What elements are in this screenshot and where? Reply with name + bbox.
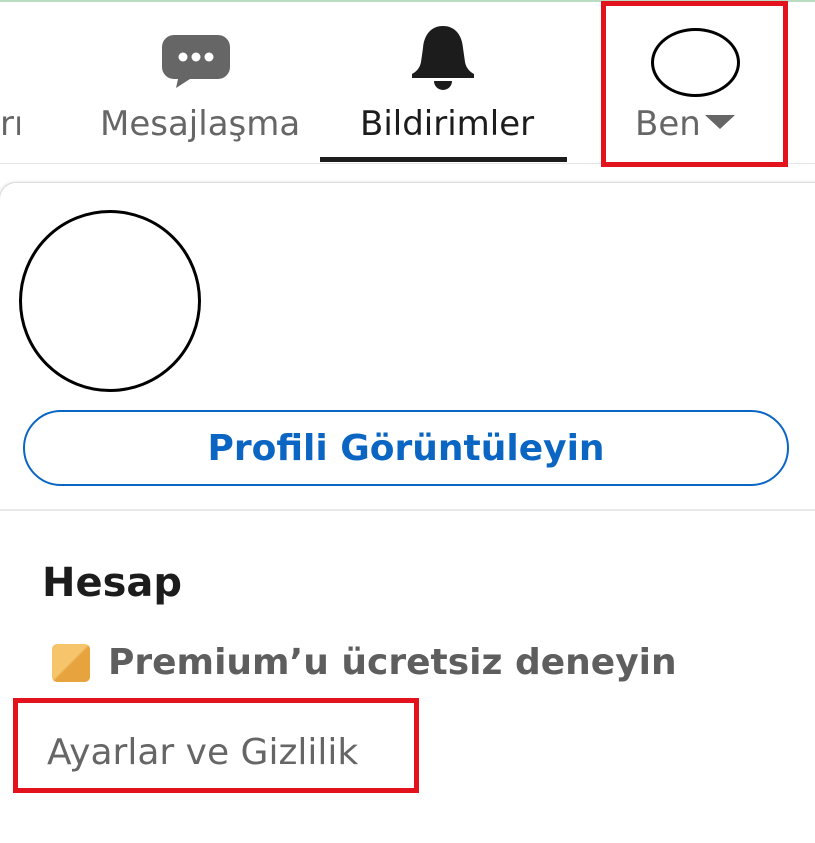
nav-item-messaging-label[interactable]: Mesajlaşma [100, 104, 300, 144]
chat-bubble-icon[interactable] [160, 33, 232, 89]
account-section-heading: Hesap [42, 560, 183, 606]
premium-trial-label: Premium’u ücretsiz deneyin [108, 642, 677, 683]
menu-divider [0, 509, 815, 511]
premium-badge-icon [52, 643, 90, 682]
nav-item-partial-label[interactable]: rı [0, 104, 20, 144]
highlight-box-settings [13, 698, 419, 793]
active-tab-indicator [320, 157, 567, 162]
nav-item-notifications-label[interactable]: Bildirimler [360, 104, 534, 144]
highlight-box-me [601, 1, 788, 167]
profile-avatar[interactable] [19, 210, 201, 392]
bell-icon[interactable] [410, 24, 476, 92]
premium-trial-link[interactable]: Premium’u ücretsiz deneyin [52, 642, 677, 683]
view-profile-button[interactable]: Profili Görüntüleyin [23, 410, 789, 486]
